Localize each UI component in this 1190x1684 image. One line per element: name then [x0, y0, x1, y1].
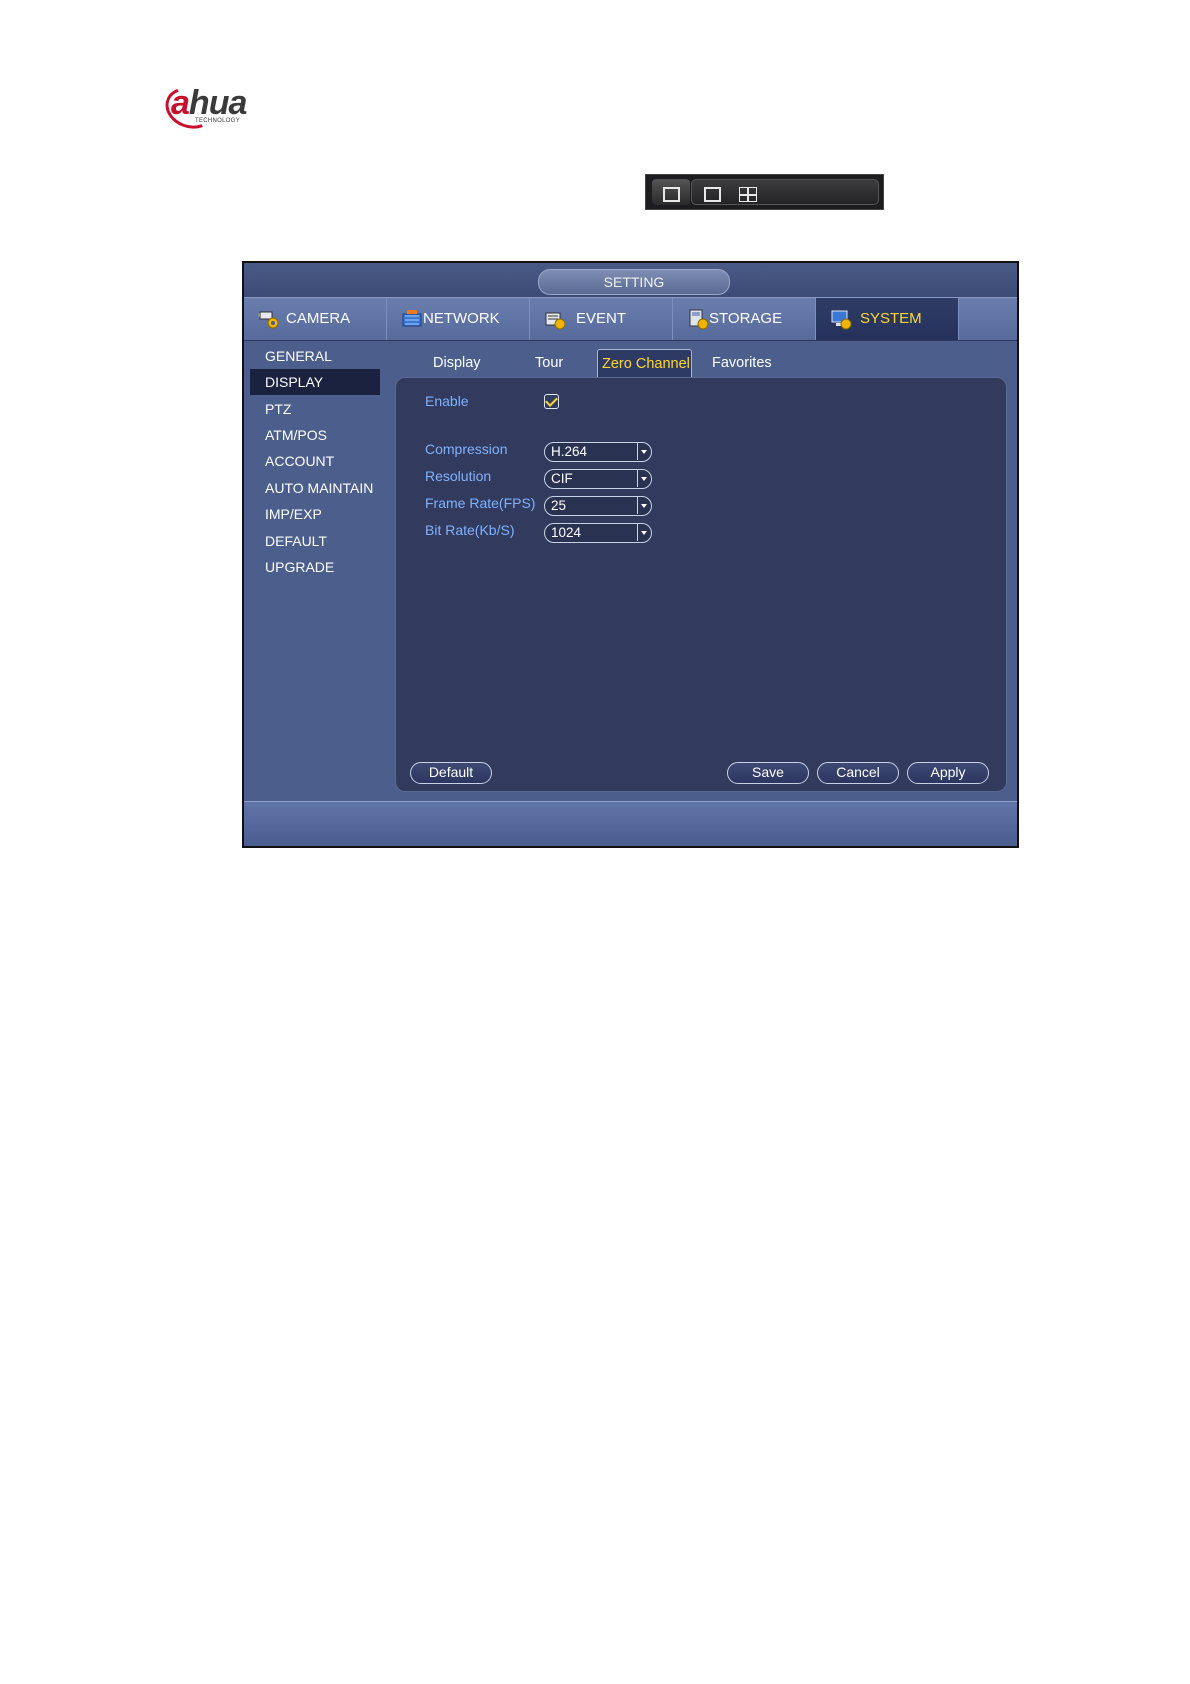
tab-event-label: EVENT	[576, 310, 627, 327]
sidebar-item-atm-pos[interactable]: ATM/POS	[250, 422, 380, 448]
four-split-icon[interactable]	[739, 187, 757, 202]
single-window-icon	[663, 187, 680, 202]
apply-button[interactable]: Apply	[907, 762, 989, 784]
title-band: SETTING	[244, 263, 1017, 297]
tab-event[interactable]: EVENT	[530, 298, 673, 340]
setting-window: SETTING CAMERA NETWORK EVENT STORAGE SYS…	[242, 261, 1019, 848]
resolution-select[interactable]: CIF	[544, 469, 652, 489]
tab-camera[interactable]: CAMERA	[244, 298, 387, 340]
frame-rate-label: Frame Rate(FPS)	[425, 495, 536, 511]
checkmark-icon	[545, 394, 558, 407]
cancel-button[interactable]: Cancel	[817, 762, 899, 784]
sidebar-item-general[interactable]: GENERAL	[250, 343, 380, 369]
dahua-logo: ahua TECHNOLOGY	[159, 80, 285, 136]
tab-storage[interactable]: STORAGE	[673, 298, 816, 340]
subtab-display[interactable]: Display	[433, 349, 481, 377]
tab-network-label: NETWORK	[423, 310, 500, 327]
sidebar-item-upgrade[interactable]: UPGRADE	[250, 554, 380, 580]
zero-channel-panel: Enable Compression H.264 Resolution CIF …	[395, 377, 1007, 792]
sidebar-item-auto-maintain[interactable]: AUTO MAINTAIN	[250, 475, 380, 501]
frame-rate-value: 25	[551, 498, 567, 513]
frame-rate-select[interactable]: 25	[544, 496, 652, 516]
tab-system[interactable]: SYSTEM	[816, 298, 959, 340]
compression-value: H.264	[551, 444, 588, 459]
default-button[interactable]: Default	[410, 762, 492, 784]
sidebar-item-ptz[interactable]: PTZ	[250, 396, 380, 422]
bit-rate-value: 1024	[551, 525, 582, 540]
split-mode-toolbar	[645, 174, 884, 210]
sidebar: GENERAL DISPLAY PTZ ATM/POS ACCOUNT AUTO…	[244, 340, 380, 810]
subtab-tour[interactable]: Tour	[535, 349, 563, 377]
bit-rate-select[interactable]: 1024	[544, 523, 652, 543]
network-icon	[402, 310, 422, 327]
dropdown-arrow-icon	[637, 470, 651, 487]
subtab-zero-channel[interactable]: Zero Channel	[597, 349, 692, 377]
resolution-value: CIF	[551, 471, 573, 486]
sidebar-item-imp-exp[interactable]: IMP/EXP	[250, 501, 380, 527]
save-button[interactable]: Save	[727, 762, 809, 784]
window-title: SETTING	[538, 269, 730, 295]
dropdown-arrow-icon	[637, 524, 651, 541]
event-icon	[545, 312, 566, 330]
dropdown-arrow-icon	[637, 443, 651, 460]
compression-select[interactable]: H.264	[544, 442, 652, 462]
tab-system-label: SYSTEM	[860, 310, 922, 327]
tab-network[interactable]: NETWORK	[387, 298, 530, 340]
sidebar-item-display[interactable]: DISPLAY	[250, 369, 380, 395]
bit-rate-label: Bit Rate(Kb/S)	[425, 522, 515, 538]
enable-checkbox[interactable]	[544, 394, 559, 409]
enable-label: Enable	[425, 393, 469, 409]
sidebar-item-default[interactable]: DEFAULT	[250, 528, 380, 554]
tab-storage-label: STORAGE	[709, 310, 783, 327]
compression-label: Compression	[425, 441, 508, 457]
status-bar	[244, 801, 1017, 846]
dropdown-arrow-icon	[637, 497, 651, 514]
storage-icon	[689, 309, 709, 330]
system-icon	[831, 310, 852, 330]
sidebar-item-account[interactable]: ACCOUNT	[250, 448, 380, 474]
main-tab-bar: CAMERA NETWORK EVENT STORAGE SYSTEM	[244, 297, 1017, 341]
camera-icon	[258, 311, 279, 329]
single-screen-icon[interactable]	[704, 187, 721, 202]
resolution-label: Resolution	[425, 468, 492, 484]
subtab-favorites[interactable]: Favorites	[712, 349, 772, 377]
logo-subtitle: TECHNOLOGY	[195, 118, 241, 124]
tab-camera-label: CAMERA	[286, 310, 351, 327]
